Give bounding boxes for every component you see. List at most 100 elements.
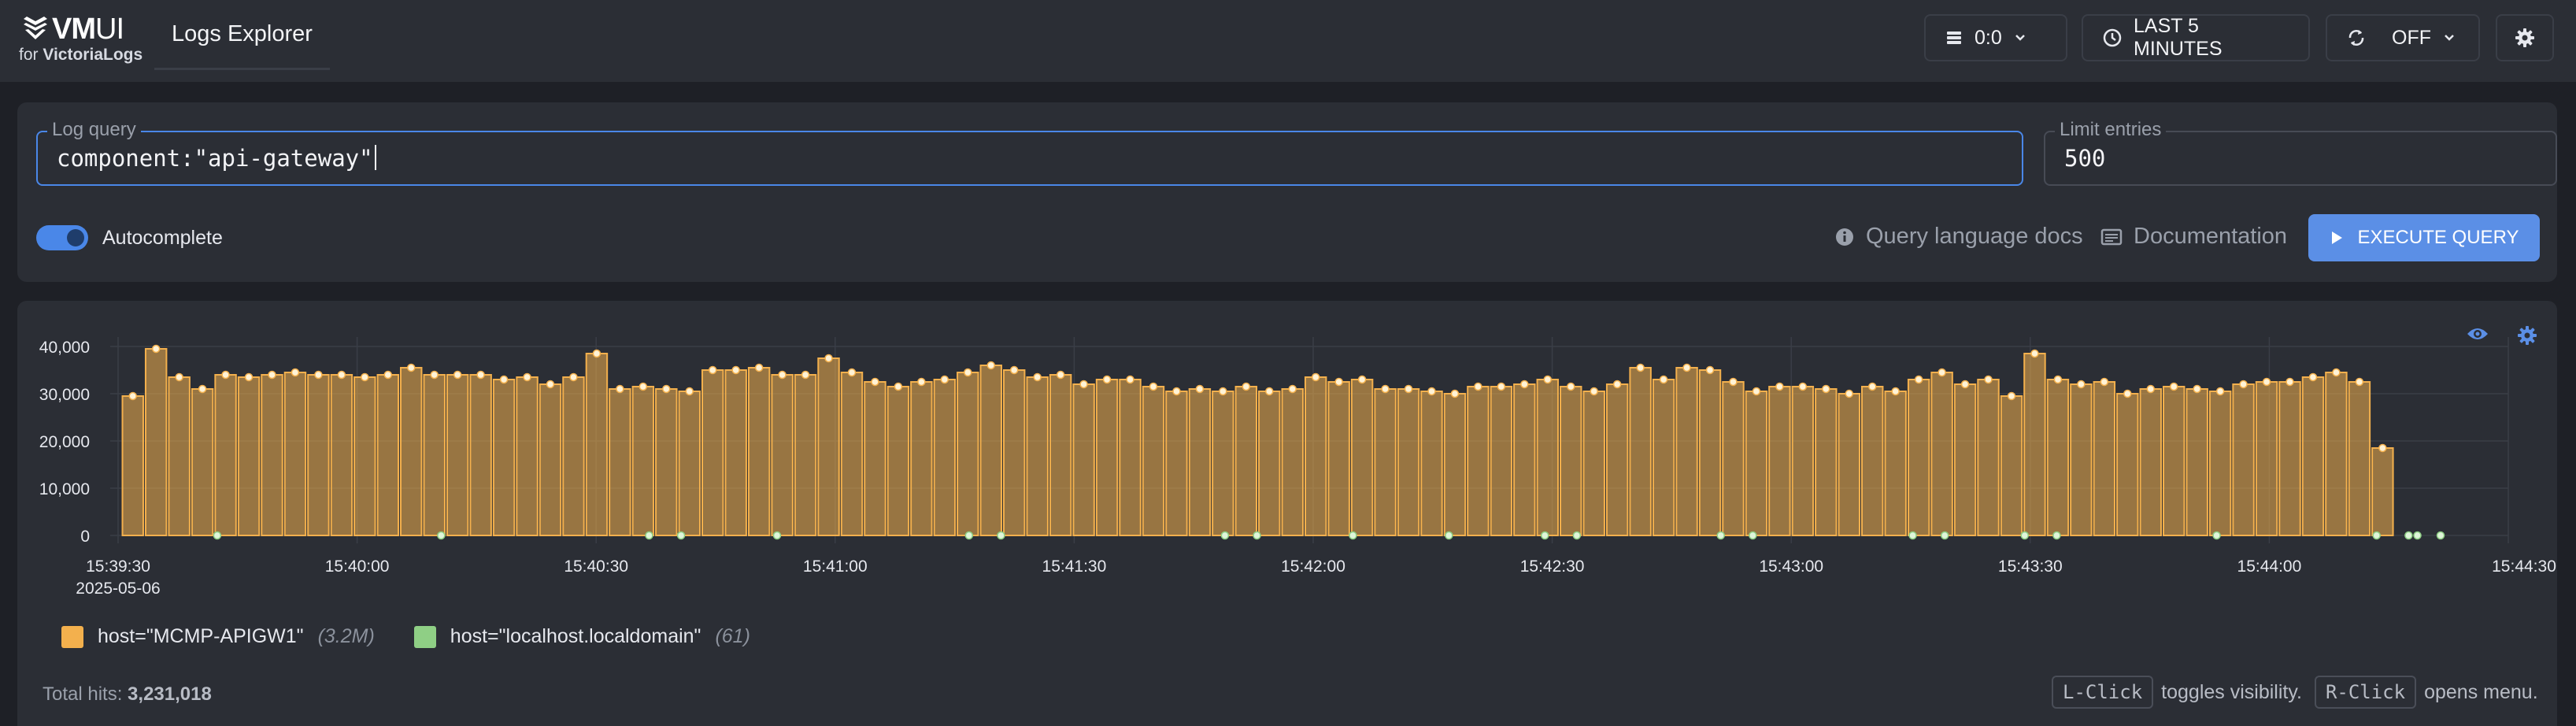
time-range-selector[interactable]: LAST 5 MINUTES: [2082, 14, 2310, 61]
bar: [539, 383, 562, 536]
bar: [2093, 381, 2116, 536]
bar: [1212, 391, 1234, 536]
bar-point: [731, 365, 740, 375]
legend-count: (3.2M): [317, 625, 375, 647]
lclick-key: L-Click: [2052, 676, 2154, 709]
bar-point: [1126, 375, 1134, 384]
bar-point: [616, 384, 624, 394]
series2-point: [2020, 531, 2030, 540]
log-query-input[interactable]: component:"api-gateway": [57, 145, 376, 172]
bar-point: [2030, 349, 2039, 358]
bar: [446, 374, 469, 536]
documentation-link[interactable]: Documentation: [2100, 224, 2287, 250]
bar: [1930, 372, 1953, 536]
bar: [609, 388, 631, 536]
bar-point: [1288, 384, 1297, 394]
bar: [283, 372, 307, 536]
bar-point: [2007, 391, 2016, 401]
bar-point: [1914, 375, 1923, 384]
bar-point: [1357, 375, 1367, 384]
limit-entries-label: Limit entries: [2055, 119, 2167, 141]
bar-point: [2332, 368, 2341, 377]
series2-point: [1716, 531, 1725, 540]
bar: [516, 376, 539, 536]
x-tick-label: 15:42:30: [1520, 557, 1585, 576]
bar-point: [986, 361, 995, 370]
bar: [794, 374, 817, 536]
refresh-selector[interactable]: OFF: [2326, 14, 2480, 61]
series2-point: [2404, 531, 2413, 540]
autocomplete-toggle[interactable]: [36, 225, 88, 250]
tenant-value: 0:0: [1975, 26, 2002, 49]
bar-point: [847, 368, 857, 377]
settings-button[interactable]: [2496, 14, 2554, 61]
y-tick-label: 0: [80, 528, 90, 546]
bar: [1838, 393, 1861, 536]
bar-point: [871, 377, 879, 387]
hits-chart-panel: 40,000 30,000 20,000 10,000 0 15:39:30 15:40:0…: [17, 301, 2557, 726]
bar-point: [1265, 387, 1274, 396]
bar-point: [1311, 372, 1320, 382]
bar: [469, 374, 492, 536]
bar: [979, 365, 1002, 536]
bar: [1884, 391, 1907, 536]
bar-point: [1102, 375, 1112, 384]
execute-query-button[interactable]: EXECUTE QUERY: [2308, 214, 2540, 261]
vmui-logo[interactable]: VMUI for VictoriaLogs: [17, 13, 142, 68]
legend-item-localhost[interactable]: host="localhost.localdomain" (61): [413, 625, 750, 648]
bar: [168, 376, 191, 536]
tenant-selector[interactable]: 0:0: [1924, 14, 2067, 61]
tab-logs-explorer[interactable]: Logs Explorer: [154, 0, 330, 70]
bar: [817, 357, 840, 536]
eye-icon[interactable]: [2466, 324, 2489, 343]
limit-entries-field[interactable]: Limit entries 500: [2044, 119, 2557, 186]
bar-point: [592, 349, 601, 358]
bar-point: [708, 365, 717, 375]
gear-icon[interactable]: [2516, 324, 2538, 346]
bar-point: [685, 387, 694, 396]
bar-point: [662, 384, 671, 394]
bar: [1350, 379, 1374, 536]
bar-point: [1242, 382, 1251, 391]
bar: [1513, 383, 1536, 536]
bar: [121, 395, 144, 536]
bar: [1977, 379, 2000, 536]
log-query-field[interactable]: Log query component:"api-gateway": [36, 119, 2023, 186]
bar-point: [1009, 365, 1019, 375]
hits-bar-chart[interactable]: 40,000 30,000 20,000 10,000 0 15:39:30 15:40:0…: [17, 301, 2557, 616]
bar-point: [754, 363, 764, 372]
logo-title: VMUI: [52, 13, 124, 46]
bar-point: [2378, 443, 2387, 453]
legend-item-mcmp-apigw1[interactable]: host="MCMP-APIGW1" (3.2M): [61, 625, 375, 648]
bar-point: [1960, 380, 1970, 389]
lclick-text: toggles visibility.: [2161, 680, 2302, 703]
bar-point: [268, 370, 276, 380]
bar: [1188, 388, 1212, 536]
bar: [376, 374, 400, 536]
bar-point: [314, 370, 323, 380]
bar: [1281, 388, 1304, 536]
bar: [1258, 391, 1281, 536]
bar: [1722, 381, 1745, 536]
bar-point: [824, 354, 833, 363]
bar-point: [964, 368, 972, 377]
bar-point: [2169, 382, 2178, 391]
bar-point: [407, 363, 416, 372]
bar: [2070, 383, 2093, 536]
bar: [747, 367, 771, 536]
bar: [1420, 391, 1443, 536]
bar-point: [1775, 382, 1784, 391]
bar: [1675, 367, 1698, 536]
bar-point: [1450, 389, 1460, 398]
bar: [1397, 388, 1420, 536]
bar: [2348, 381, 2371, 536]
bar-point: [894, 382, 903, 391]
bar-point: [2053, 375, 2063, 384]
series2-point: [1749, 531, 1757, 540]
series2-point: [964, 531, 974, 540]
limit-entries-input[interactable]: 500: [2064, 145, 2105, 172]
refresh-value: OFF: [2392, 26, 2431, 49]
bar: [1815, 388, 1838, 536]
bar: [933, 379, 957, 536]
query-language-docs-link[interactable]: Query language docs: [1834, 224, 2083, 250]
